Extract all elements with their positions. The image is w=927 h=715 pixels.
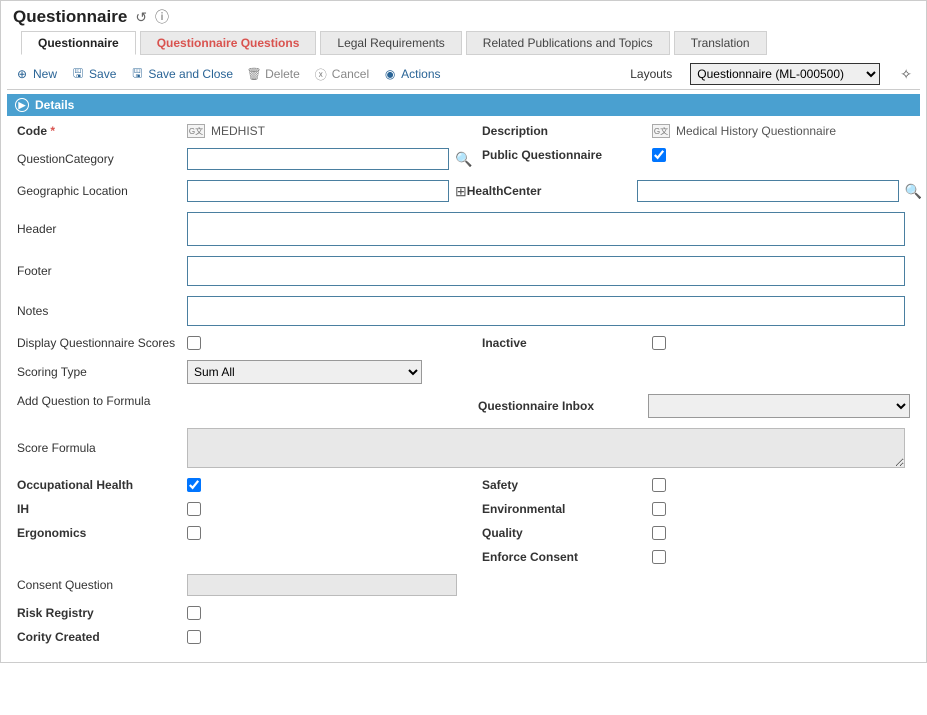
ih-checkbox[interactable] (187, 502, 201, 516)
translate-icon[interactable]: G文 (187, 124, 205, 138)
environmental-label: Environmental (482, 502, 652, 516)
safety-checkbox[interactable] (652, 478, 666, 492)
cancel-icon: ⓧ (314, 67, 328, 81)
ergonomics-checkbox[interactable] (187, 526, 201, 540)
save-icon: 🖫 (71, 67, 85, 81)
restore-icon[interactable]: ✧ (900, 66, 912, 83)
tab-translation[interactable]: Translation (674, 31, 767, 55)
scoring-type-select[interactable]: Sum All (187, 360, 422, 384)
notes-label: Notes (17, 304, 187, 318)
notes-input[interactable] (187, 296, 905, 326)
question-category-input[interactable] (187, 148, 449, 170)
health-center-input[interactable] (637, 180, 899, 202)
delete-button[interactable]: 🗑 Delete (247, 67, 300, 81)
layouts-label: Layouts (630, 67, 672, 81)
questionnaire-inbox-label: Questionnaire Inbox (478, 399, 648, 413)
save-label: Save (89, 67, 116, 81)
actions-button[interactable]: ◉ Actions (383, 67, 440, 81)
enforce-consent-label: Enforce Consent (482, 550, 652, 564)
occ-health-label: Occupational Health (17, 478, 187, 492)
new-button[interactable]: ⊕ New (15, 67, 57, 81)
code-value: MEDHIST (211, 124, 265, 138)
ergonomics-label: Ergonomics (17, 526, 187, 540)
quality-label: Quality (482, 526, 652, 540)
display-scores-label: Display Questionnaire Scores (17, 336, 187, 350)
cority-created-checkbox[interactable] (187, 630, 201, 644)
toolbar: ⊕ New 🖫 Save 🖫 Save and Close 🗑 Delete ⓧ… (7, 59, 920, 90)
cority-created-label: Cority Created (17, 630, 187, 644)
search-icon[interactable]: 🔍 (905, 183, 922, 200)
risk-registry-label: Risk Registry (17, 606, 187, 620)
ih-label: IH (17, 502, 187, 516)
delete-label: Delete (265, 67, 300, 81)
tab-related-publications[interactable]: Related Publications and Topics (466, 31, 670, 55)
plus-icon: ⊕ (15, 67, 29, 81)
tab-questionnaire-questions[interactable]: Questionnaire Questions (140, 31, 317, 55)
description-value: Medical History Questionnaire (676, 124, 836, 138)
code-label: Code * (17, 124, 187, 138)
display-scores-checkbox[interactable] (187, 336, 201, 350)
geographic-location-input[interactable] (187, 180, 449, 202)
header-input[interactable] (187, 212, 905, 246)
occ-health-checkbox[interactable] (187, 478, 201, 492)
consent-question-input (187, 574, 457, 596)
risk-registry-checkbox[interactable] (187, 606, 201, 620)
refresh-icon[interactable]: ↺ (135, 9, 147, 26)
question-category-label: QuestionCategory (17, 152, 187, 166)
health-center-label: HealthCenter (467, 184, 637, 198)
info-icon[interactable]: ⓘ (155, 7, 169, 27)
enforce-consent-checkbox[interactable] (652, 550, 666, 564)
inactive-checkbox[interactable] (652, 336, 666, 350)
add-formula-label: Add Question to Formula (17, 394, 187, 408)
description-label: Description (482, 124, 652, 138)
geographic-location-label: Geographic Location (17, 184, 187, 198)
search-icon[interactable]: 🔍 (455, 151, 472, 168)
footer-input[interactable] (187, 256, 905, 286)
layouts-select[interactable]: Questionnaire (ML-000500) (690, 63, 880, 85)
translate-icon[interactable]: G文 (652, 124, 670, 138)
cancel-button[interactable]: ⓧ Cancel (314, 67, 369, 81)
new-label: New (33, 67, 57, 81)
safety-label: Safety (482, 478, 652, 492)
score-formula-input (187, 428, 905, 468)
save-button[interactable]: 🖫 Save (71, 67, 116, 81)
save-close-button[interactable]: 🖫 Save and Close (130, 67, 233, 81)
collapse-icon: ▶ (15, 98, 29, 112)
public-questionnaire-checkbox[interactable] (652, 148, 666, 162)
public-questionnaire-label: Public Questionnaire (482, 148, 652, 162)
questionnaire-inbox-select[interactable] (648, 394, 910, 418)
quality-checkbox[interactable] (652, 526, 666, 540)
footer-label: Footer (17, 264, 187, 278)
environmental-checkbox[interactable] (652, 502, 666, 516)
scoring-type-label: Scoring Type (17, 365, 187, 379)
cancel-label: Cancel (332, 67, 369, 81)
consent-question-label: Consent Question (17, 578, 187, 592)
save-close-icon: 🖫 (130, 67, 144, 81)
details-header[interactable]: ▶ Details (7, 94, 920, 116)
trash-icon: 🗑 (247, 67, 261, 81)
hierarchy-icon[interactable]: ⊞ (455, 183, 467, 200)
play-icon: ◉ (383, 67, 397, 81)
actions-label: Actions (401, 67, 440, 81)
save-close-label: Save and Close (148, 67, 233, 81)
inactive-label: Inactive (482, 336, 652, 350)
details-title: Details (35, 98, 74, 112)
score-formula-label: Score Formula (17, 441, 187, 455)
tabs: Questionnaire Questionnaire Questions Le… (21, 31, 920, 55)
tab-questionnaire[interactable]: Questionnaire (21, 31, 136, 55)
tab-legal-requirements[interactable]: Legal Requirements (320, 31, 461, 55)
header-label: Header (17, 222, 187, 236)
page-title: Questionnaire (13, 7, 127, 27)
